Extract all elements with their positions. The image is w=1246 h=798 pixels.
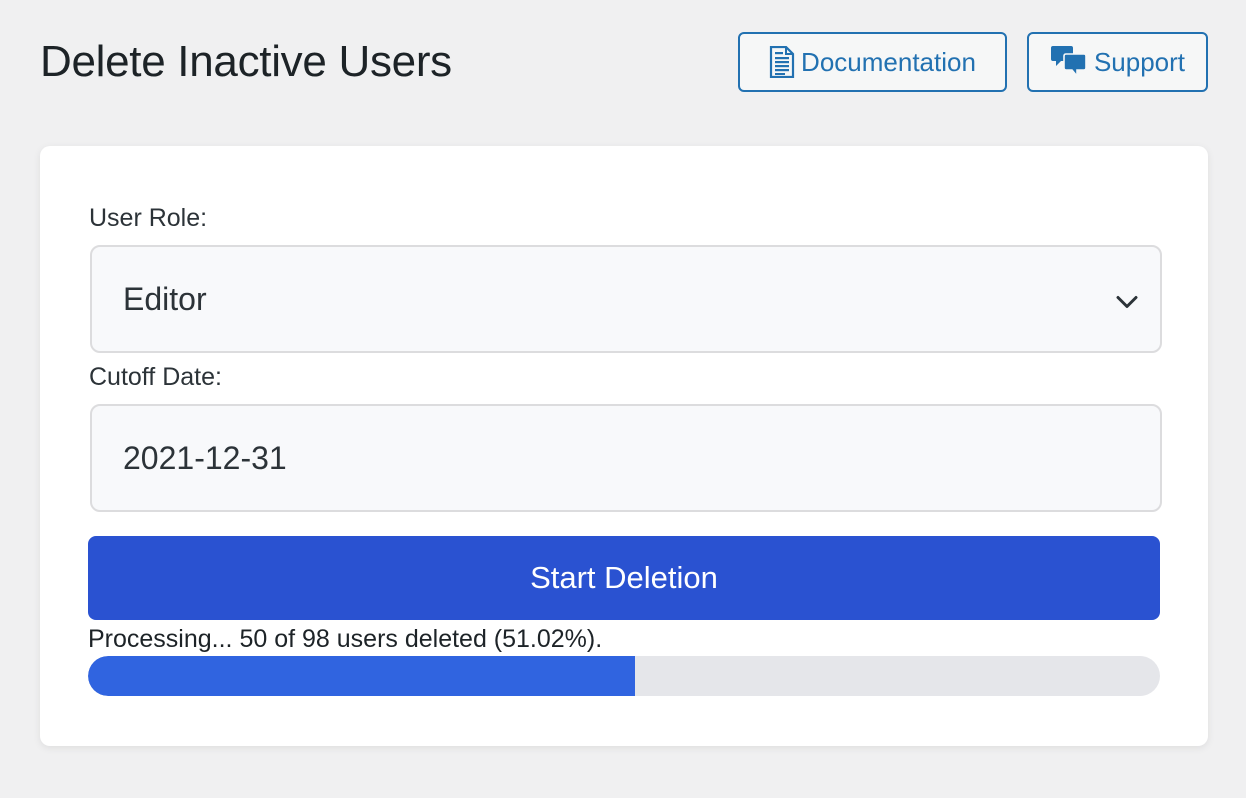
support-button[interactable]: Support xyxy=(1027,32,1208,92)
progress-bar xyxy=(88,656,1160,696)
speech-bubbles-icon xyxy=(1050,44,1088,80)
user-role-label: User Role: xyxy=(89,204,208,232)
page-title: Delete Inactive Users xyxy=(40,37,452,86)
user-role-select[interactable]: Editor xyxy=(90,245,1162,353)
cutoff-date-label: Cutoff Date: xyxy=(89,363,222,391)
documentation-label: Documentation xyxy=(801,46,976,77)
support-label: Support xyxy=(1093,46,1186,77)
start-deletion-button[interactable]: Start Deletion xyxy=(88,536,1160,620)
progress-status-text: Processing... 50 of 98 users deleted (51… xyxy=(88,625,603,653)
progress-bar-fill xyxy=(88,656,635,696)
user-role-value: Editor xyxy=(123,280,207,317)
cutoff-date-value: 2021-12-31 xyxy=(123,439,287,476)
cutoff-date-input[interactable]: 2021-12-31 xyxy=(90,404,1162,512)
documentation-button[interactable]: Documentation xyxy=(738,32,1007,92)
document-icon xyxy=(769,46,795,78)
chevron-down-icon xyxy=(1116,281,1138,318)
deletion-form-card: User Role: Editor Cutoff Date: 2021-12-3… xyxy=(40,146,1208,746)
